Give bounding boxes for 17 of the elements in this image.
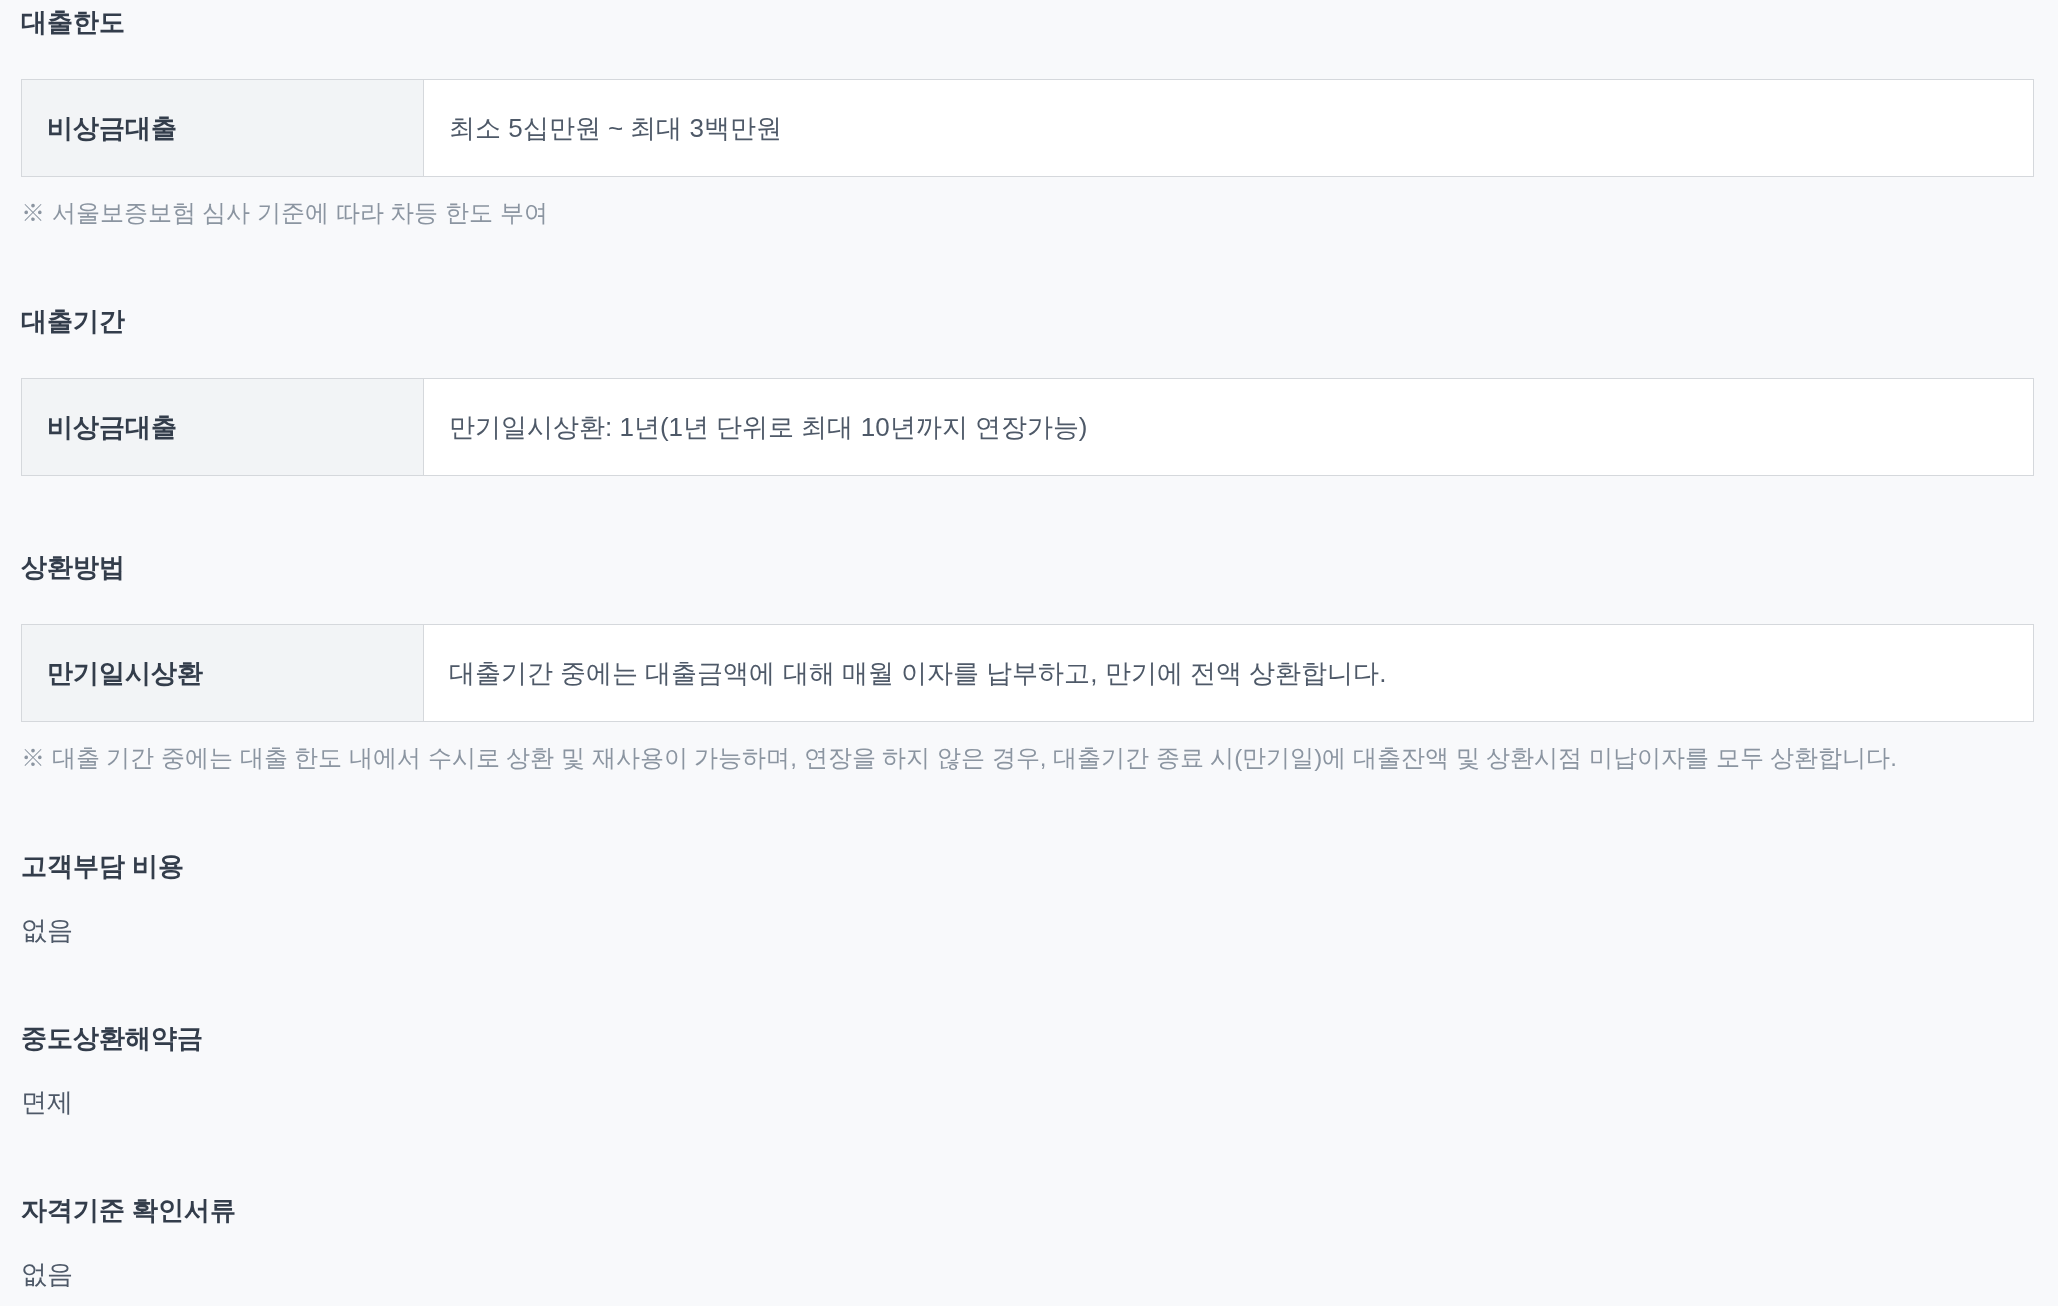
table-header-cell: 만기일시상환 — [22, 625, 424, 721]
table-cell-text: 만기일시상환: 1년(1년 단위로 최대 10년까지 연장가능) — [448, 410, 1089, 444]
section-heading: 대출기간 — [21, 305, 125, 338]
section-text: 면제 — [21, 1086, 73, 1119]
section-heading: 상환방법 — [21, 551, 125, 584]
section-text: 없음 — [21, 1258, 73, 1291]
table-header-cell: 비상금대출 — [22, 80, 424, 176]
section-heading: 대출한도 — [21, 6, 125, 39]
table-cell-text: 최소 5십만원 ~ 최대 3백만원 — [448, 111, 783, 145]
section-text: 없음 — [21, 914, 73, 947]
footnote: ※ 서울보증보험 심사 기준에 따라 차등 한도 부여 — [21, 198, 548, 228]
footnote: ※ 대출 기간 중에는 대출 한도 내에서 수시로 상환 및 재사용이 가능하며, 연장을 하지 않은 경우, 대출기간 종료 시(만기일)에 대출잔액 및 상환시점 미납이자를 모두 상환합니다. — [21, 743, 1898, 773]
section-heading: 고객부담 비용 — [21, 850, 185, 883]
section-heading: 중도상환해약금 — [21, 1022, 203, 1055]
section-heading: 자격기준 확인서류 — [21, 1194, 237, 1227]
table-cell-text: 대출기간 중에는 대출금액에 대해 매월 이자를 납부하고, 만기에 전액 상환합니다. — [448, 656, 1388, 690]
table-header-cell: 비상금대출 — [22, 379, 424, 475]
